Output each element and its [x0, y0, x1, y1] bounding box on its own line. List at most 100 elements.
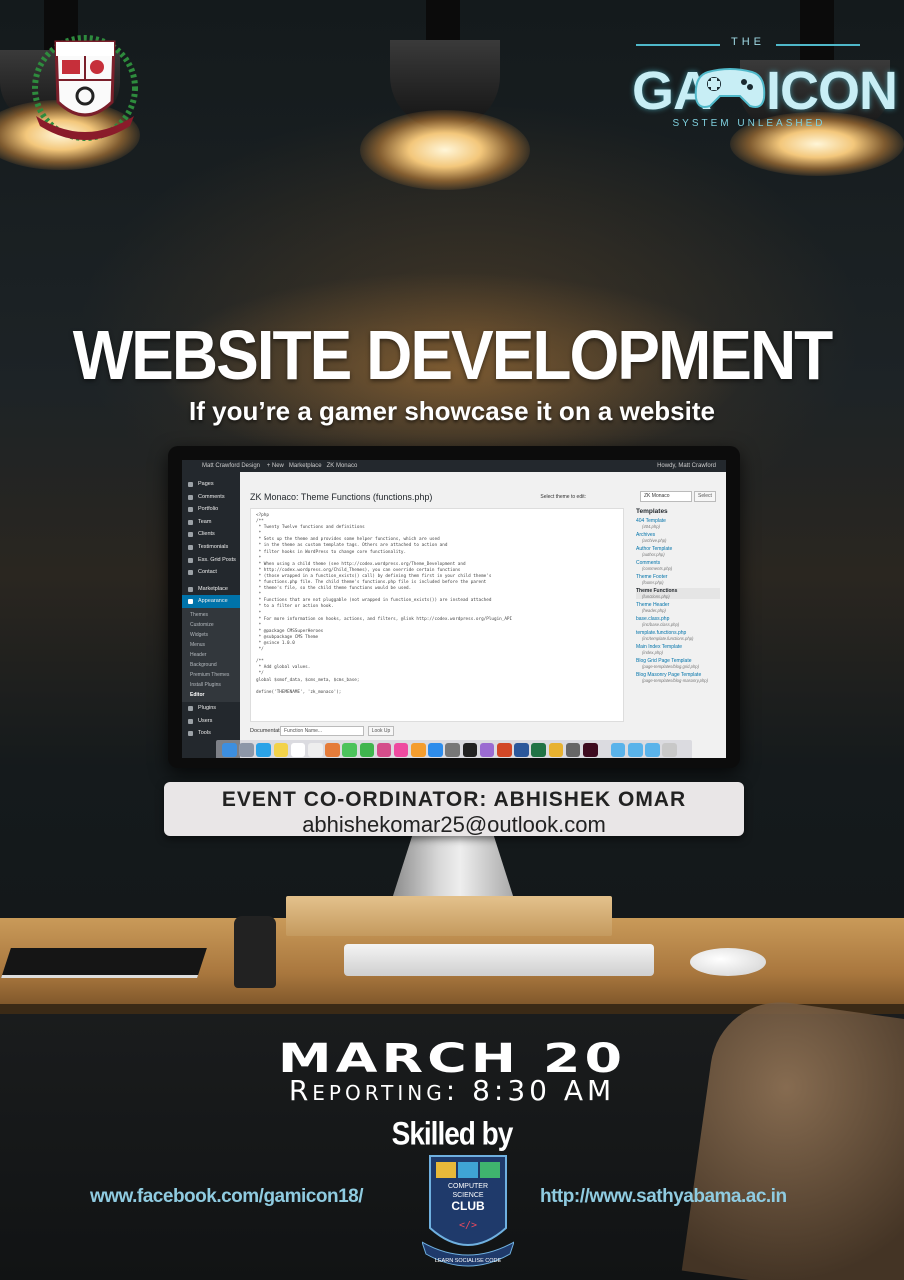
- menu-item-contact[interactable]: Contact: [182, 566, 240, 579]
- theme-select[interactable]: ZK Monaco: [640, 491, 692, 502]
- calendar-icon[interactable]: [290, 742, 306, 758]
- reminders-icon[interactable]: [307, 742, 323, 758]
- finder-icon[interactable]: [222, 742, 237, 758]
- submenu-widgets[interactable]: Widgets: [182, 630, 240, 640]
- books-icon[interactable]: [411, 742, 426, 758]
- function-name-select[interactable]: Function Name...: [280, 726, 364, 736]
- menu-item-plugins[interactable]: Plugins: [182, 702, 240, 715]
- facetime-icon[interactable]: [359, 742, 375, 758]
- template-item[interactable]: base.class.php (inc/base.class.php): [636, 616, 720, 627]
- appearance-submenu: Themes Customize Widgets Menus Header Ba…: [182, 607, 240, 702]
- event-subtitle: If you’re a gamer showcase it on a websi…: [189, 396, 715, 426]
- template-item[interactable]: Author Template (author.php): [636, 546, 720, 557]
- template-item-current[interactable]: Theme Functions (functions.php): [636, 588, 720, 599]
- template-item[interactable]: Blog Masonry Page Template (page-template…: [636, 672, 720, 683]
- coordinator-name: EVENT CO-ORDINATOR: ABHISHEK OMAR: [221, 788, 687, 811]
- documents-folder-icon[interactable]: [645, 742, 660, 758]
- chrome-icon[interactable]: [548, 742, 564, 758]
- menu-item-marketplace[interactable]: Marketplace: [182, 583, 240, 596]
- submenu-menus[interactable]: Menus: [182, 640, 240, 650]
- launchpad-icon[interactable]: [239, 742, 254, 758]
- submenu-install-plugins[interactable]: Install Plugins: [182, 680, 240, 690]
- notebook: [1, 948, 207, 978]
- wp-admin-bar: Matt Crawford Design + New Marketplace Z…: [182, 460, 726, 472]
- skilled-by-label: Skilled by: [391, 1115, 514, 1152]
- event-title: WEBSITE DEVELOPMENT: [72, 316, 834, 394]
- keyboard: [344, 944, 654, 976]
- submenu-customize[interactable]: Customize: [182, 620, 240, 630]
- excel-icon[interactable]: [531, 742, 546, 758]
- photos-icon[interactable]: [325, 742, 340, 758]
- submenu-editor[interactable]: Editor: [182, 690, 240, 700]
- wp-content-area: ZK Monaco: Theme Functions (functions.ph…: [240, 472, 726, 758]
- event-poster: THE GA ICON SYSTEM UNLEASHED WEBSITE DEV…: [0, 0, 904, 1280]
- menu-item-tools[interactable]: Tools: [182, 727, 240, 740]
- app-store-icon[interactable]: [428, 742, 443, 758]
- template-item[interactable]: 404 Template (404.php): [636, 518, 720, 529]
- ceiling-lamp-center: [360, 0, 610, 200]
- menu-item-ess-grid-posts[interactable]: Ess. Grid Posts: [182, 554, 240, 567]
- menu-item-appearance[interactable]: Appearance: [182, 595, 240, 608]
- gamicon-event-logo: THE GA ICON SYSTEM UNLEASHED: [632, 36, 898, 129]
- monitor: Matt Crawford Design + New Marketplace Z…: [168, 446, 740, 768]
- messages-icon[interactable]: [342, 742, 357, 758]
- music-icon[interactable]: [393, 742, 409, 758]
- sequel-pro-icon[interactable]: [565, 742, 581, 758]
- menu-item-pages[interactable]: Pages: [182, 478, 240, 491]
- menu-item-users[interactable]: Users: [182, 715, 240, 728]
- template-item[interactable]: Comments (comments.php): [636, 560, 720, 571]
- wordpress-editor-screenshot: Matt Crawford Design + New Marketplace Z…: [182, 460, 726, 758]
- templates-sidebar: Templates 404 Template (404.php) Archives…: [636, 508, 720, 748]
- menu-item-team[interactable]: Team: [182, 516, 240, 529]
- coordinator-email[interactable]: abhishekomar25@outlook.com: [164, 812, 744, 838]
- photos-app-icon[interactable]: [376, 742, 392, 758]
- preview-icon[interactable]: [479, 742, 495, 758]
- mouse: [690, 948, 766, 976]
- template-item[interactable]: Archives (archive.php): [636, 532, 720, 543]
- svg-text:SCIENCE: SCIENCE: [452, 1192, 483, 1199]
- submenu-header[interactable]: Header: [182, 650, 240, 660]
- look-up-button[interactable]: Look Up: [368, 726, 394, 736]
- coordinator-box: EVENT CO-ORDINATOR: ABHISHEK OMAR abhish…: [164, 782, 744, 838]
- stapler: [234, 916, 276, 988]
- template-item[interactable]: Theme Footer (footer.php): [636, 574, 720, 585]
- menu-item-portfolio[interactable]: Portfolio: [182, 503, 240, 516]
- downloads-folder-icon[interactable]: [627, 742, 643, 758]
- facebook-link[interactable]: www.facebook.com/gamicon18/: [90, 1186, 363, 1208]
- monitor-stand: [391, 836, 515, 900]
- folder-icon[interactable]: [610, 742, 626, 758]
- menu-item-testimonials[interactable]: Testimonials: [182, 541, 240, 554]
- gamepad-icon: [694, 68, 766, 108]
- word-icon[interactable]: [514, 742, 529, 758]
- college-emblem-logo: [26, 30, 144, 142]
- svg-text:COMPUTER: COMPUTER: [448, 1183, 488, 1190]
- template-item[interactable]: Main Index Template (index.php): [636, 644, 720, 655]
- svg-text:LEARN SOCIALISE CODE: LEARN SOCIALISE CODE: [435, 1258, 502, 1264]
- svg-text:</>: </>: [459, 1220, 477, 1231]
- submenu-premium-themes[interactable]: Premium Themes: [182, 670, 240, 680]
- code-editor[interactable]: <?php /** * Twenty Twelve functions and …: [250, 508, 624, 722]
- safari-icon[interactable]: [256, 742, 271, 758]
- website-link[interactable]: http://www.sathyabama.ac.in: [540, 1186, 787, 1208]
- system-preferences-icon[interactable]: [445, 742, 461, 758]
- submenu-themes[interactable]: Themes: [182, 610, 240, 620]
- terminal-icon[interactable]: [462, 742, 478, 758]
- mac-dock: [216, 740, 692, 758]
- menu-item-clients[interactable]: Clients: [182, 528, 240, 541]
- powerpoint-icon[interactable]: [497, 742, 512, 758]
- template-item[interactable]: Blog Grid Page Template (page-templates/b…: [636, 658, 720, 669]
- svg-text:CLUB: CLUB: [451, 1199, 485, 1213]
- template-item[interactable]: template.functions.php (inc/template.func…: [636, 630, 720, 641]
- reporting-time: Reporting: 8:30 AM: [288, 1074, 616, 1107]
- templates-heading: Templates: [636, 508, 668, 515]
- menu-item-comments[interactable]: Comments: [182, 491, 240, 504]
- notes-icon[interactable]: [273, 742, 289, 758]
- trash-icon[interactable]: [662, 742, 677, 758]
- editor-page-title: ZK Monaco: Theme Functions (functions.ph…: [250, 492, 433, 502]
- computer-science-club-logo: COMPUTER SCIENCE CLUB </> LEARN SOCIALIS…: [421, 1150, 515, 1276]
- wp-admin-menu: Pages Comments Portfolio Team Clients Te…: [182, 472, 240, 758]
- select-button[interactable]: Select: [694, 491, 716, 502]
- template-item[interactable]: Theme Header (header.php): [636, 602, 720, 613]
- submenu-background[interactable]: Background: [182, 660, 240, 670]
- indesign-icon[interactable]: [582, 742, 598, 758]
